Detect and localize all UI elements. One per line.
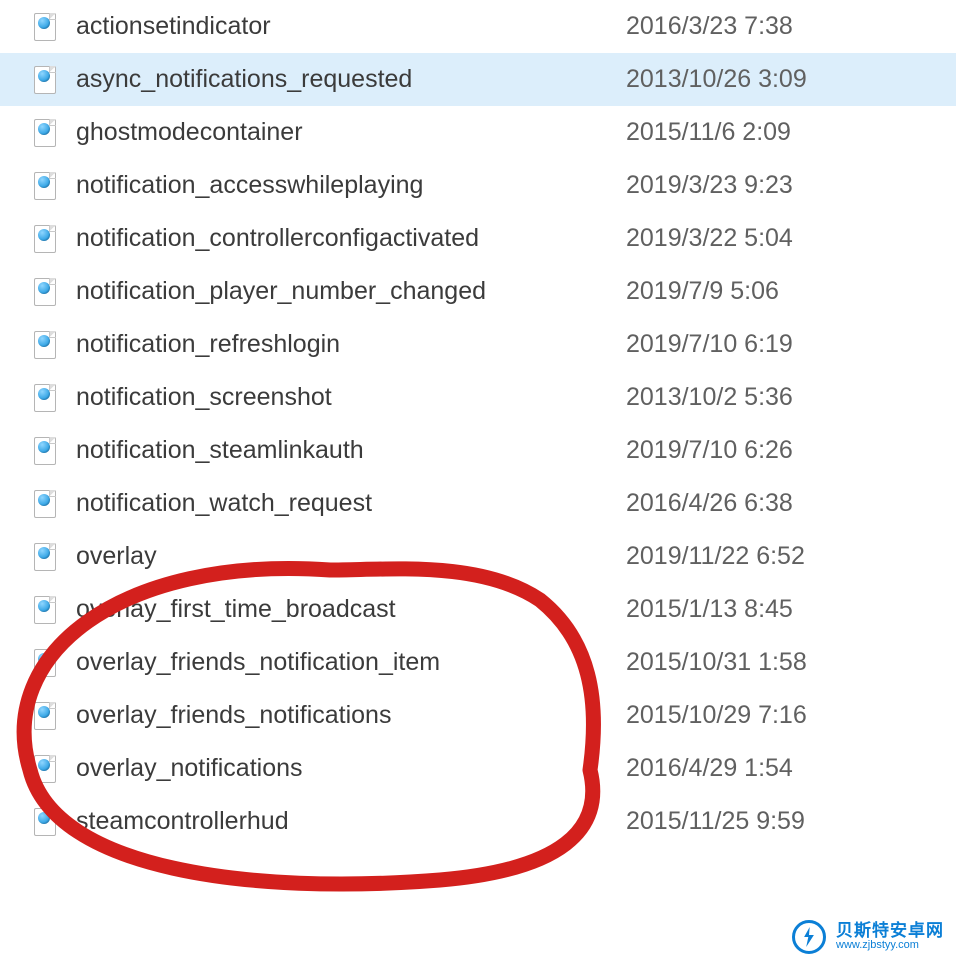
watermark: 贝斯特安卓网 www.zjbstyy.com (792, 920, 944, 954)
file-date: 2019/7/9 5:06 (626, 277, 956, 306)
html-file-icon (34, 331, 56, 359)
file-date: 2015/10/31 1:58 (626, 648, 956, 677)
file-date: 2013/10/2 5:36 (626, 383, 956, 412)
file-name: steamcontrollerhud (76, 807, 626, 836)
html-file-icon (34, 119, 56, 147)
html-file-icon (34, 543, 56, 571)
file-name: async_notifications_requested (76, 65, 626, 94)
file-list: actionsetindicator2016/3/23 7:38async_no… (0, 0, 956, 848)
html-file-icon (34, 437, 56, 465)
html-file-icon (34, 808, 56, 836)
file-row[interactable]: notification_refreshlogin2019/7/10 6:19 (0, 318, 956, 371)
file-row[interactable]: actionsetindicator2016/3/23 7:38 (0, 0, 956, 53)
file-name: overlay_notifications (76, 754, 626, 783)
html-file-icon (34, 384, 56, 412)
html-file-icon (34, 66, 56, 94)
file-date: 2019/7/10 6:19 (626, 330, 956, 359)
file-date: 2013/10/26 3:09 (626, 65, 956, 94)
file-date: 2015/11/6 2:09 (626, 118, 956, 147)
file-row[interactable]: notification_controllerconfigactivated20… (0, 212, 956, 265)
file-row[interactable]: steamcontrollerhud2015/11/25 9:59 (0, 795, 956, 848)
file-name: overlay (76, 542, 626, 571)
file-row[interactable]: overlay_friends_notification_item2015/10… (0, 636, 956, 689)
html-file-icon (34, 490, 56, 518)
file-name: overlay_friends_notification_item (76, 648, 626, 677)
html-file-icon (34, 278, 56, 306)
file-name: overlay_first_time_broadcast (76, 595, 626, 624)
html-file-icon (34, 172, 56, 200)
file-row[interactable]: notification_watch_request2016/4/26 6:38 (0, 477, 956, 530)
watermark-url: www.zjbstyy.com (836, 940, 944, 952)
file-date: 2016/4/26 6:38 (626, 489, 956, 518)
file-row[interactable]: overlay2019/11/22 6:52 (0, 530, 956, 583)
file-date: 2015/11/25 9:59 (626, 807, 956, 836)
file-row[interactable]: overlay_first_time_broadcast2015/1/13 8:… (0, 583, 956, 636)
file-row[interactable]: notification_steamlinkauth2019/7/10 6:26 (0, 424, 956, 477)
file-name: notification_controllerconfigactivated (76, 224, 626, 253)
file-date: 2019/7/10 6:26 (626, 436, 956, 465)
file-row[interactable]: ghostmodecontainer2015/11/6 2:09 (0, 106, 956, 159)
file-date: 2016/4/29 1:54 (626, 754, 956, 783)
file-name: overlay_friends_notifications (76, 701, 626, 730)
html-file-icon (34, 596, 56, 624)
file-row[interactable]: notification_player_number_changed2019/7… (0, 265, 956, 318)
watermark-title: 贝斯特安卓网 (836, 922, 944, 940)
file-name: notification_player_number_changed (76, 277, 626, 306)
html-file-icon (34, 225, 56, 253)
file-name: notification_refreshlogin (76, 330, 626, 359)
file-name: notification_accesswhileplaying (76, 171, 626, 200)
file-date: 2016/3/23 7:38 (626, 12, 956, 41)
file-name: notification_screenshot (76, 383, 626, 412)
html-file-icon (34, 702, 56, 730)
html-file-icon (34, 13, 56, 41)
file-row[interactable]: overlay_friends_notifications2015/10/29 … (0, 689, 956, 742)
file-date: 2015/1/13 8:45 (626, 595, 956, 624)
file-row[interactable]: notification_accesswhileplaying2019/3/23… (0, 159, 956, 212)
file-date: 2019/11/22 6:52 (626, 542, 956, 571)
file-row[interactable]: notification_screenshot2013/10/2 5:36 (0, 371, 956, 424)
file-name: ghostmodecontainer (76, 118, 626, 147)
file-name: notification_steamlinkauth (76, 436, 626, 465)
file-name: notification_watch_request (76, 489, 626, 518)
file-row[interactable]: async_notifications_requested2013/10/26 … (0, 53, 956, 106)
file-name: actionsetindicator (76, 12, 626, 41)
file-date: 2015/10/29 7:16 (626, 701, 956, 730)
html-file-icon (34, 755, 56, 783)
html-file-icon (34, 649, 56, 677)
watermark-logo-icon (792, 920, 826, 954)
file-date: 2019/3/23 9:23 (626, 171, 956, 200)
file-date: 2019/3/22 5:04 (626, 224, 956, 253)
file-row[interactable]: overlay_notifications2016/4/29 1:54 (0, 742, 956, 795)
